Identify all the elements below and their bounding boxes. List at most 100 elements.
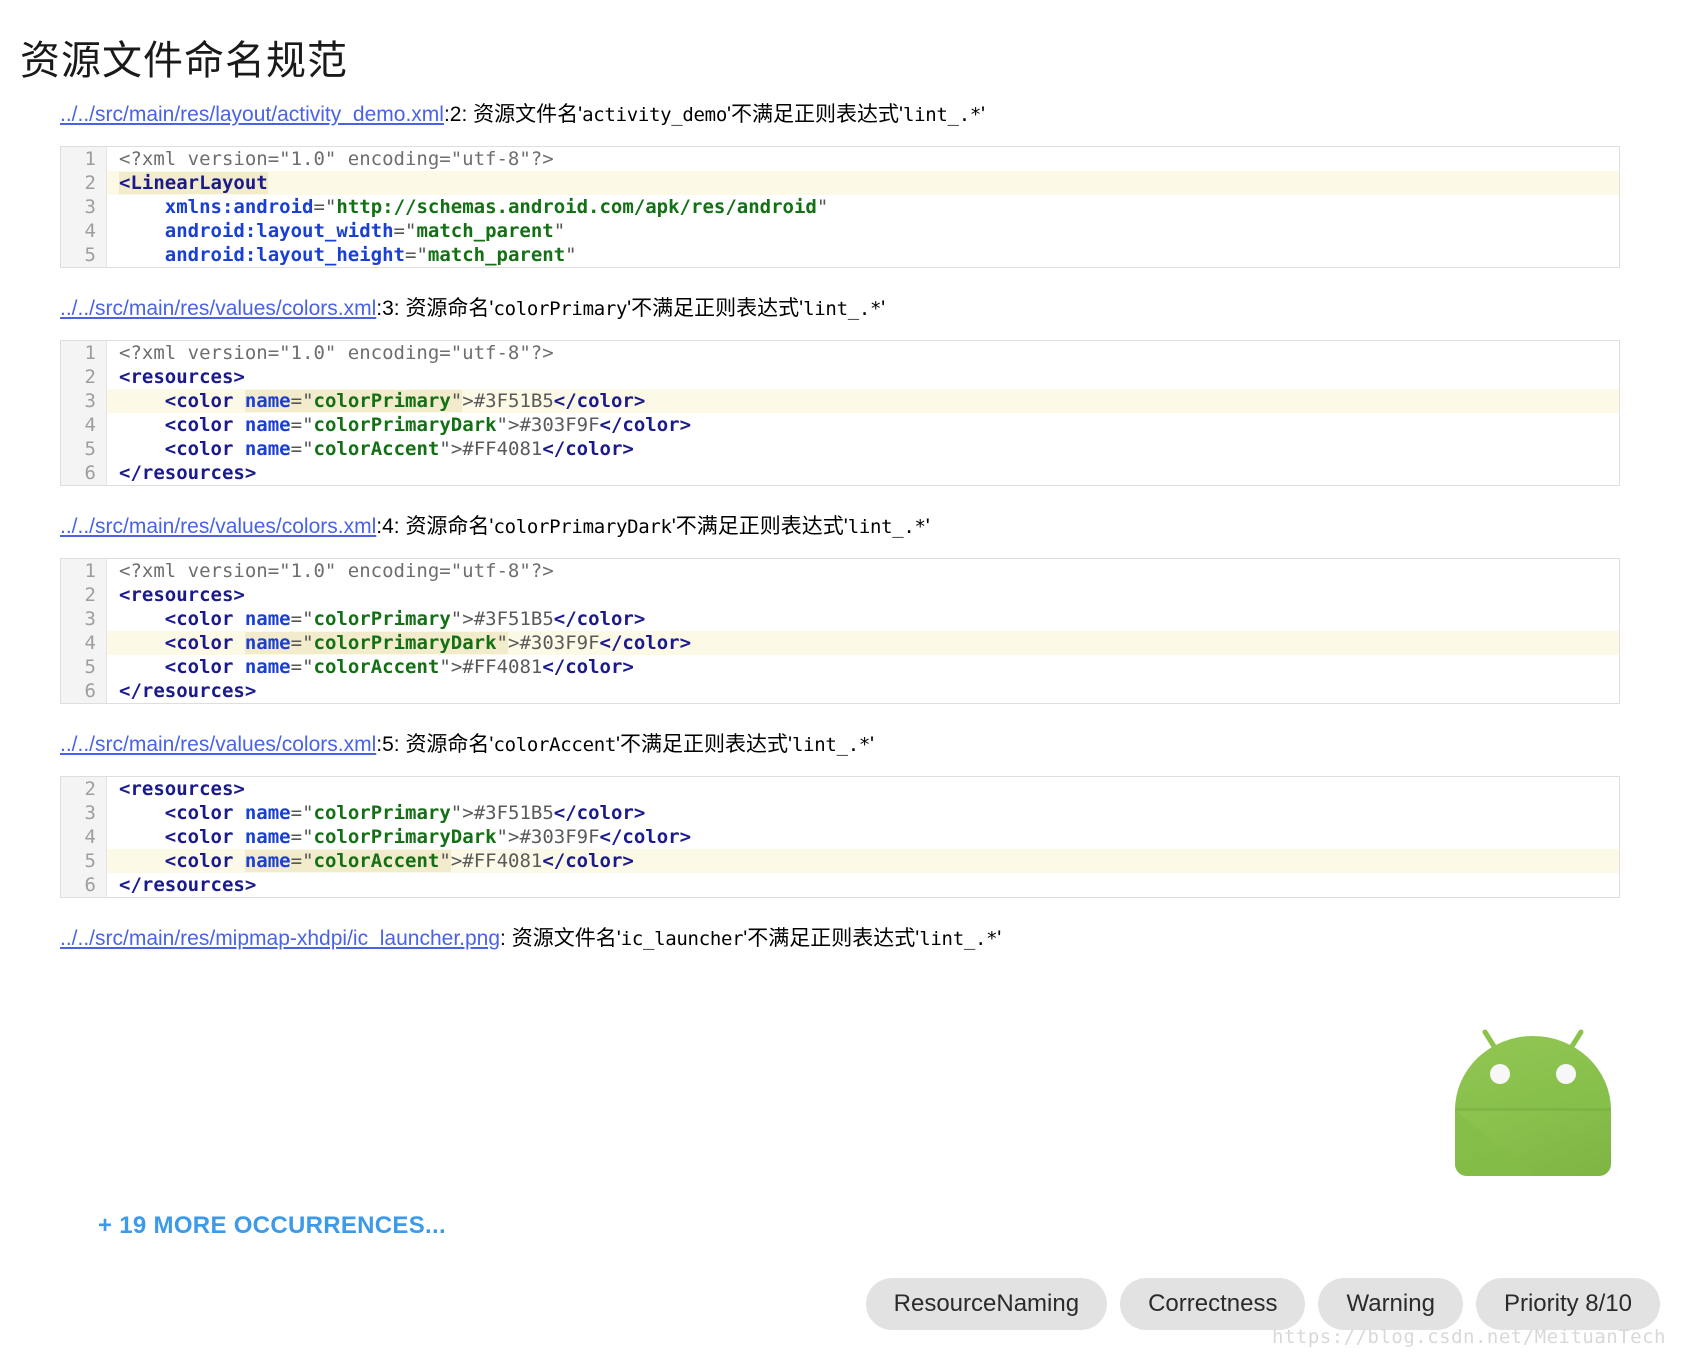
code-token: " bbox=[302, 438, 313, 460]
code-line-text: </resources> bbox=[107, 679, 1619, 703]
code-token: " bbox=[439, 438, 450, 460]
code-line: 3 <color name="colorPrimary">#3F51B5</co… bbox=[61, 801, 1619, 825]
issue-message-prefix: 资源文件名' bbox=[512, 927, 621, 950]
code-token: <color bbox=[165, 656, 245, 678]
code-token: <color bbox=[165, 414, 245, 436]
code-token: " bbox=[405, 220, 416, 242]
code-token: = bbox=[291, 802, 302, 824]
code-token: >#303F9F bbox=[508, 414, 600, 436]
line-number: 5 bbox=[61, 849, 107, 873]
badge-warning[interactable]: Warning bbox=[1318, 1278, 1462, 1330]
line-number: 4 bbox=[61, 219, 107, 243]
code-token: " bbox=[554, 220, 565, 242]
code-line-text: <?xml version="1.0" encoding="utf-8"?> bbox=[107, 147, 1619, 171]
code-token: >#303F9F bbox=[508, 826, 600, 848]
issue-message-mid: '不满足正则表达式' bbox=[743, 927, 919, 950]
issue-headline: ../../src/main/res/values/colors.xml:3: … bbox=[60, 294, 1620, 332]
issue-headline: ../../src/main/res/values/colors.xml:5: … bbox=[60, 730, 1620, 768]
code-token: </color> bbox=[600, 414, 692, 436]
code-token: " bbox=[302, 826, 313, 848]
issue-regex-pattern: lint_.* bbox=[803, 298, 881, 320]
issue-file-link[interactable]: ../../src/main/res/mipmap-xhdpi/ic_launc… bbox=[60, 927, 500, 950]
code-line: 4 <color name="colorPrimaryDark">#303F9F… bbox=[61, 825, 1619, 849]
issue-message-suffix: ' bbox=[926, 515, 930, 538]
code-token: >#3F51B5 bbox=[462, 802, 554, 824]
issue-line-ref: :2: bbox=[444, 103, 473, 126]
code-token bbox=[119, 438, 165, 460]
code-line: 2 <resources> bbox=[61, 777, 1619, 801]
badge-correctness[interactable]: Correctness bbox=[1120, 1278, 1305, 1330]
code-token: >#3F51B5 bbox=[462, 390, 554, 412]
issue-message-suffix: ' bbox=[870, 733, 874, 756]
code-token: " bbox=[302, 390, 313, 412]
code-token: = bbox=[291, 850, 302, 872]
line-number: 2 bbox=[61, 583, 107, 607]
code-line-highlighted: 3 <color name="colorPrimary">#3F51B5</co… bbox=[61, 389, 1619, 413]
code-token: <resources> bbox=[119, 778, 245, 800]
line-number: 6 bbox=[61, 873, 107, 897]
code-token: match_parent bbox=[428, 244, 565, 266]
code-line: 1<?xml version="1.0" encoding="utf-8"?> bbox=[61, 559, 1619, 583]
line-number: 5 bbox=[61, 437, 107, 461]
code-token: " bbox=[451, 608, 462, 630]
issue-message-suffix: ' bbox=[981, 103, 985, 126]
line-number: 2 bbox=[61, 777, 107, 801]
code-token bbox=[119, 656, 165, 678]
code-token: " bbox=[497, 414, 508, 436]
code-line-text: <color name="colorPrimaryDark">#303F9F</… bbox=[107, 413, 1619, 437]
line-number: 2 bbox=[61, 171, 107, 195]
code-token: <resources> bbox=[119, 366, 245, 388]
code-token: <?xml version="1.0" encoding="utf-8"?> bbox=[119, 148, 554, 170]
badge-resourcenaming[interactable]: ResourceNaming bbox=[866, 1278, 1107, 1330]
line-number: 5 bbox=[61, 655, 107, 679]
more-occurrences-link[interactable]: + 19 MORE OCCURRENCES... bbox=[98, 1212, 446, 1240]
code-line-highlighted: 4 <color name="colorPrimaryDark">#303F9F… bbox=[61, 631, 1619, 655]
code-token: colorAccent bbox=[314, 656, 440, 678]
code-token: name bbox=[245, 438, 291, 460]
code-token: " bbox=[302, 850, 313, 872]
issue-file-link[interactable]: ../../src/main/res/layout/activity_demo.… bbox=[60, 103, 444, 126]
issue-file-link[interactable]: ../../src/main/res/values/colors.xml bbox=[60, 297, 376, 320]
code-token bbox=[119, 850, 165, 872]
code-token: >#FF4081 bbox=[451, 438, 543, 460]
issue-resource-name: colorPrimary bbox=[493, 298, 627, 320]
issue-file-link[interactable]: ../../src/main/res/values/colors.xml bbox=[60, 733, 376, 756]
code-token: = bbox=[291, 438, 302, 460]
code-token: " bbox=[302, 608, 313, 630]
line-number: 1 bbox=[61, 147, 107, 171]
code-token: <color bbox=[165, 802, 245, 824]
issue-regex-pattern: lint_.* bbox=[919, 928, 997, 950]
watermark: https://blog.csdn.net/MeituanTech bbox=[1272, 1326, 1666, 1348]
code-line-text: </resources> bbox=[107, 461, 1619, 485]
code-token bbox=[119, 390, 165, 412]
code-token: </color> bbox=[542, 850, 634, 872]
code-token: colorPrimaryDark bbox=[314, 826, 497, 848]
line-number: 6 bbox=[61, 461, 107, 485]
code-line-text: android:layout_height="match_parent" bbox=[107, 243, 1619, 267]
code-token: = bbox=[291, 826, 302, 848]
code-line: 2 <resources> bbox=[61, 365, 1619, 389]
code-line: 2<resources> bbox=[61, 583, 1619, 607]
issue-file-link[interactable]: ../../src/main/res/values/colors.xml bbox=[60, 515, 376, 538]
code-token: name bbox=[245, 608, 291, 630]
code-token: </resources> bbox=[119, 680, 256, 702]
code-token: android:layout_width bbox=[165, 220, 394, 242]
code-snippet: 2<resources>3 <color name="colorPrimary"… bbox=[60, 776, 1620, 898]
code-line: 5 android:layout_height="match_parent" bbox=[61, 243, 1619, 267]
line-number: 2 bbox=[61, 365, 107, 389]
code-token: " bbox=[302, 656, 313, 678]
code-line-text: <LinearLayout bbox=[107, 171, 1619, 195]
badge-priority-8-10[interactable]: Priority 8/10 bbox=[1476, 1278, 1660, 1330]
code-line-text: <color name="colorPrimary">#3F51B5</colo… bbox=[107, 389, 1619, 413]
line-number: 5 bbox=[61, 243, 107, 267]
code-token: http://schemas.android.com/apk/res/andro… bbox=[336, 196, 816, 218]
code-token: = bbox=[405, 244, 416, 266]
issue-line-ref: :4: bbox=[376, 515, 405, 538]
code-token: <color bbox=[165, 390, 245, 412]
code-token: " bbox=[451, 802, 462, 824]
code-token: colorPrimary bbox=[314, 608, 451, 630]
code-line-highlighted: 5 <color name="colorAccent">#FF4081</col… bbox=[61, 849, 1619, 873]
code-snippet: 1<?xml version="1.0" encoding="utf-8"?>2… bbox=[60, 340, 1620, 486]
issue-line-ref: :5: bbox=[376, 733, 405, 756]
code-token: = bbox=[313, 196, 324, 218]
